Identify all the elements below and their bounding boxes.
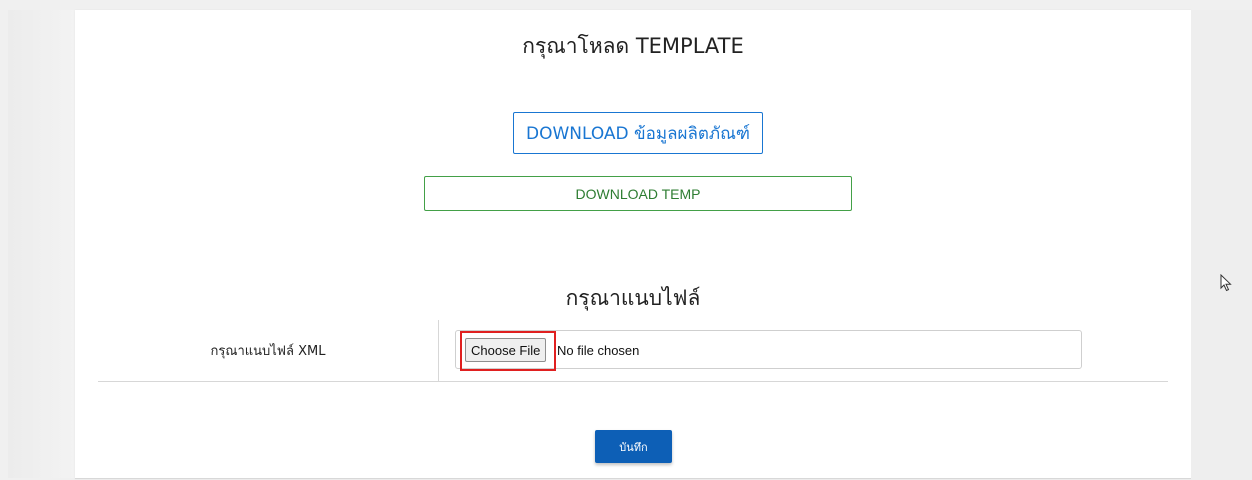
row-divider bbox=[438, 320, 439, 381]
right-gutter bbox=[1191, 10, 1252, 480]
choose-file-button[interactable]: Choose File bbox=[465, 338, 547, 362]
page-title: กรุณาโหลด TEMPLATE bbox=[522, 34, 744, 58]
save-button[interactable]: บันทึก bbox=[595, 430, 672, 463]
xml-upload-label: กรุณาแนบไฟล์ XML bbox=[210, 344, 326, 359]
download-temp-button[interactable]: DOWNLOAD TEMP bbox=[424, 176, 852, 211]
upload-panel: กรุณาโหลด TEMPLATE DOWNLOAD ข้อมูลผลิตภั… bbox=[75, 10, 1191, 479]
mouse-pointer-icon bbox=[1220, 273, 1232, 292]
xml-upload-row: กรุณาแนบไฟล์ XML Choose File No file cho… bbox=[98, 320, 1168, 382]
download-product-data-button[interactable]: DOWNLOAD ข้อมูลผลิตภัณฑ์ bbox=[513, 112, 763, 154]
no-file-chosen-text: No file chosen bbox=[557, 343, 640, 358]
upload-section-title: กรุณาแนบไฟล์ bbox=[565, 286, 701, 310]
left-gutter bbox=[8, 10, 75, 478]
xml-file-input[interactable]: Choose File No file chosen bbox=[455, 330, 1082, 371]
